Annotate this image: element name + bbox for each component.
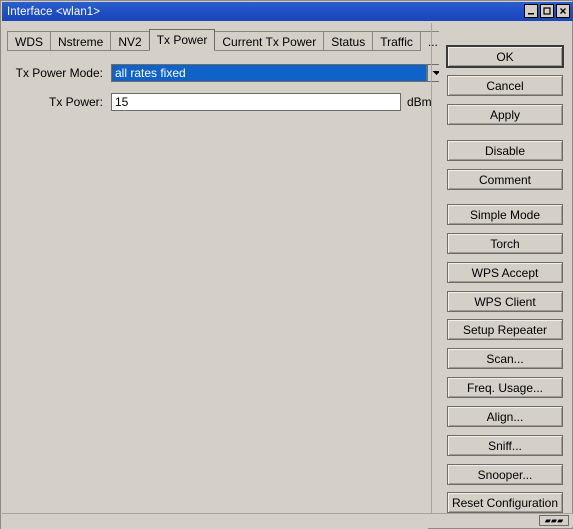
tab-status[interactable]: Status [323,31,374,51]
tab-label: ... [427,34,438,49]
tab-label: NV2 [118,34,142,49]
tx-power-panel: Tx Power Mode: all rates fixed Tx Power:… [1,51,445,529]
panel-divider [431,23,432,516]
window-title: Interface <wlan1> [7,5,101,18]
tab-nv2[interactable]: NV2 [110,31,150,51]
tab-label: Status [331,34,366,49]
reset-configuration-button[interactable]: Reset Configuration [447,492,563,513]
setup-repeater-button[interactable]: Setup Repeater [447,319,563,340]
status-badge: ▰▰▰ [539,515,569,526]
tx-power-mode-row: Tx Power Mode: all rates fixed [13,64,445,82]
sniff-button[interactable]: Sniff... [447,435,563,456]
tab-label: WDS [15,34,43,49]
ok-button[interactable]: OK [447,46,563,67]
tab-bar[interactable]: WDS Nstreme NV2 Tx Power Current Tx Powe… [7,29,446,51]
tx-power-value: 15 [115,95,129,109]
scan-button[interactable]: Scan... [447,348,563,369]
tab-nstreme[interactable]: Nstreme [50,31,112,51]
tab-wds[interactable]: WDS [7,31,51,51]
status-bar: ▰▰▰ [2,513,573,527]
tab-label: Current Tx Power [222,34,317,49]
window-titlebar[interactable]: Interface <wlan1> [2,2,573,21]
minimize-icon[interactable] [524,4,538,18]
tx-power-row: Tx Power: 15 dBm [13,93,432,111]
tx-power-mode-label: Tx Power Mode: [15,66,103,80]
tab-label: Traffic [380,34,413,49]
tx-power-unit: dBm [407,95,432,109]
interface-window: Interface <wlan1> WDS Nstreme NV2 Tx Pow… [0,0,573,529]
tx-power-mode-value: all rates fixed [112,65,426,81]
action-button-panel: OK Cancel Apply Disable Comment Simple M… [439,23,571,527]
tab-current-tx-power[interactable]: Current Tx Power [214,31,325,51]
tab-label: Tx Power [156,33,208,47]
simple-mode-button[interactable]: Simple Mode [447,204,563,225]
comment-button[interactable]: Comment [447,169,563,190]
tx-power-input[interactable]: 15 [111,93,401,111]
freq-usage-button[interactable]: Freq. Usage... [447,377,563,398]
apply-button[interactable]: Apply [447,104,563,125]
close-icon[interactable] [556,4,570,18]
cancel-button[interactable]: Cancel [447,75,563,96]
snooper-button[interactable]: Snooper... [447,464,563,485]
disable-button[interactable]: Disable [447,140,563,161]
tab-traffic[interactable]: Traffic [372,31,421,51]
maximize-icon[interactable] [540,4,554,18]
wps-accept-button[interactable]: WPS Accept [447,262,563,283]
tab-tx-power[interactable]: Tx Power [148,29,216,51]
torch-button[interactable]: Torch [447,233,563,254]
tx-power-mode-combo[interactable]: all rates fixed [111,64,445,82]
wps-client-button[interactable]: WPS Client [447,291,563,312]
tx-power-label: Tx Power: [48,95,103,109]
align-button[interactable]: Align... [447,406,563,427]
window-controls [524,4,570,18]
tab-label: Nstreme [58,34,104,49]
